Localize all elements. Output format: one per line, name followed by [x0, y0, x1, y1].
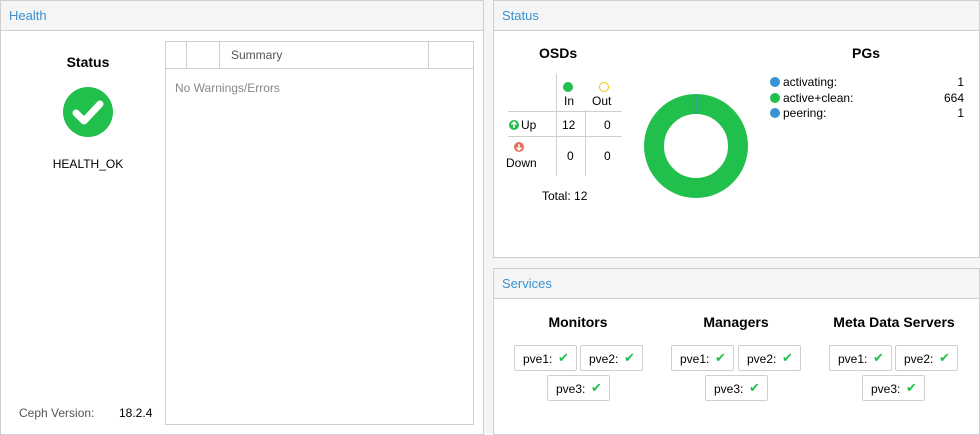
check-icon: ✔ — [749, 380, 760, 395]
health-ok-check-icon — [63, 87, 113, 137]
osd-divider — [508, 136, 622, 137]
pgs-title: PGs — [852, 45, 881, 61]
service-node-label: pve1: — [523, 352, 553, 366]
osd-down-in: 0 — [567, 149, 574, 163]
mds-pve1-button[interactable]: pve1: ✔ — [829, 345, 892, 371]
services-panel: Services Monitors pve1: ✔ pve2: ✔ pve3: … — [493, 268, 980, 435]
service-node-label: pve2: — [589, 352, 619, 366]
osd-in-dot-icon — [563, 82, 573, 92]
service-node-label: pve2: — [747, 352, 777, 366]
ceph-version-value: 18.2.4 — [119, 406, 153, 420]
health-panel: Health Status HEALTH_OK Summary No Warni… — [0, 0, 484, 435]
check-icon: ✔ — [591, 380, 602, 395]
pg-label: activating: — [783, 75, 838, 89]
pgs-donut-chart[interactable] — [644, 94, 748, 198]
pgs-donut-active-clean[interactable] — [644, 94, 748, 198]
pg-count: 664 — [943, 91, 964, 105]
pg-legend-item: peering: 1 — [770, 106, 964, 122]
grid-empty-text: No Warnings/Errors — [175, 81, 280, 95]
status-panel-header: Status — [494, 1, 979, 31]
grid-col-severity[interactable] — [187, 42, 220, 68]
pg-active-clean-dot-icon — [770, 93, 780, 103]
osds-title: OSDs — [539, 45, 578, 61]
monitor-pve3-button[interactable]: pve3: ✔ — [547, 375, 610, 401]
pg-legend-item: activating: 1 — [770, 75, 964, 91]
check-icon: ✔ — [782, 350, 793, 365]
osd-down-arrow-icon — [514, 142, 524, 152]
osd-up-arrow-icon — [509, 120, 519, 130]
service-node-label: pve1: — [680, 352, 710, 366]
monitor-pve1-button[interactable]: pve1: ✔ — [514, 345, 577, 371]
mds-title: Meta Data Servers — [833, 314, 955, 330]
check-icon: ✔ — [906, 380, 917, 395]
osd-divider — [556, 74, 557, 176]
osd-total: Total: 12 — [542, 189, 588, 203]
check-icon: ✔ — [624, 350, 635, 365]
health-status-value: HEALTH_OK — [52, 157, 124, 171]
health-status-title: Status — [66, 54, 110, 70]
osd-up-in: 12 — [562, 118, 576, 132]
managers-title: Managers — [703, 314, 769, 330]
status-panel-title: Status — [502, 8, 539, 23]
manager-pve2-button[interactable]: pve2: ✔ — [738, 345, 801, 371]
osd-row-down: Down — [506, 156, 537, 170]
service-node-label: pve2: — [904, 352, 934, 366]
pg-peering-dot-icon — [770, 108, 780, 118]
grid-header: Summary — [166, 42, 473, 69]
pg-legend-item: active+clean: 664 — [770, 91, 964, 107]
osd-out-dot-icon — [599, 82, 609, 92]
pg-count: 1 — [957, 75, 964, 89]
health-panel-header: Health — [1, 1, 483, 31]
osd-divider — [585, 110, 586, 176]
check-icon: ✔ — [873, 350, 884, 365]
service-node-label: pve3: — [714, 382, 744, 396]
service-node-label: pve1: — [838, 352, 868, 366]
ceph-version-label: Ceph Version: — [19, 406, 95, 420]
services-panel-title: Services — [502, 276, 552, 291]
osd-col-in: In — [564, 94, 575, 108]
check-icon: ✔ — [715, 350, 726, 365]
mds-pve2-button[interactable]: pve2: ✔ — [895, 345, 958, 371]
service-node-label: pve3: — [871, 382, 901, 396]
pg-count: 1 — [957, 106, 964, 120]
services-panel-header: Services — [494, 269, 979, 299]
pg-label: active+clean: — [783, 91, 854, 105]
mds-pve3-button[interactable]: pve3: ✔ — [862, 375, 925, 401]
pg-activating-dot-icon — [770, 77, 780, 87]
check-icon: ✔ — [558, 350, 569, 365]
osd-col-out: Out — [592, 94, 612, 108]
monitor-pve2-button[interactable]: pve2: ✔ — [580, 345, 643, 371]
health-warnings-grid[interactable]: Summary No Warnings/Errors — [165, 41, 474, 425]
manager-pve3-button[interactable]: pve3: ✔ — [705, 375, 768, 401]
health-panel-title: Health — [9, 8, 47, 23]
check-icon: ✔ — [939, 350, 950, 365]
grid-col-expander[interactable] — [166, 42, 187, 68]
osd-down-out: 0 — [604, 149, 611, 163]
osd-table: In Out Up 12 0 Down 0 0 — [506, 74, 622, 176]
osd-divider — [508, 111, 622, 112]
osd-up-out: 0 — [604, 118, 611, 132]
status-panel: Status OSDs In Out Up 12 0 Down 0 0 Tota… — [493, 0, 980, 258]
service-node-label: pve3: — [556, 382, 586, 396]
grid-col-summary-label: Summary — [231, 48, 283, 62]
monitors-title: Monitors — [548, 314, 608, 330]
grid-col-summary[interactable]: Summary — [220, 42, 429, 68]
pg-label: peering: — [783, 106, 827, 120]
manager-pve1-button[interactable]: pve1: ✔ — [671, 345, 734, 371]
osd-row-up: Up — [521, 118, 537, 132]
